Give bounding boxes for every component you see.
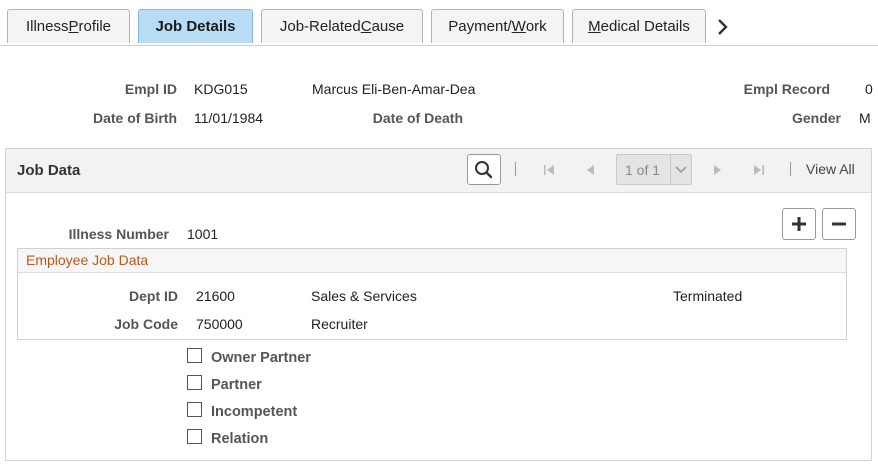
partner-label: Partner — [211, 377, 262, 393]
delete-row-button[interactable] — [822, 208, 856, 240]
pager-select[interactable]: 1 of 1 — [616, 154, 692, 185]
tab-label: ause — [371, 18, 405, 35]
tab-label: Job-Related — [279, 18, 361, 35]
partner-checkbox[interactable] — [187, 375, 202, 390]
illness-number-label: Illness Number — [68, 226, 169, 242]
owner-partner-checkbox[interactable] — [187, 348, 202, 363]
employee-name: Marcus Eli-Ben-Amar-Dea — [312, 81, 476, 97]
tab-bar: Illness Profile Job Details Job-Related … — [0, 0, 878, 46]
job-code-label: Job Code — [114, 316, 178, 332]
tab-label: Job Details — [155, 18, 236, 35]
plus-icon — [792, 217, 806, 231]
tab-medical-details[interactable]: Medical Details — [572, 9, 706, 43]
employee-job-data-header: Employee Job Data — [18, 249, 846, 273]
search-button[interactable] — [467, 154, 501, 185]
tab-label: rofile — [78, 18, 112, 35]
tab-label: edical Details — [600, 18, 690, 35]
dept-id-value: 21600 — [196, 288, 235, 304]
incompetent-checkbox[interactable] — [187, 402, 202, 417]
tab-job-details[interactable]: Job Details — [138, 9, 253, 43]
gender-value: M — [859, 110, 871, 126]
dob-value: 11/01/1984 — [194, 110, 264, 126]
first-page-icon[interactable] — [543, 162, 557, 178]
owner-partner-label: Owner Partner — [211, 350, 311, 366]
job-data-title: Job Data — [17, 162, 81, 179]
next-page-icon[interactable] — [710, 162, 724, 178]
search-icon — [475, 161, 493, 179]
separator — [515, 162, 516, 176]
empl-id-value: KDG015 — [194, 81, 248, 97]
tab-label-accesskey: W — [511, 18, 526, 35]
incompetent-label: Incompetent — [211, 404, 298, 420]
job-title: Recruiter — [311, 316, 368, 332]
tab-label-accesskey: C — [360, 18, 372, 35]
tab-illness-profile[interactable]: Illness Profile — [7, 9, 130, 43]
dod-label: Date of Death — [372, 110, 463, 126]
empl-record-value: 0 — [865, 81, 873, 97]
tab-label: Payment/ — [448, 18, 512, 35]
job-data-header: Job Data 1 of 1 View All — [6, 149, 871, 193]
separator — [790, 162, 791, 176]
employment-status: Terminated — [673, 288, 743, 304]
add-row-button[interactable] — [782, 208, 816, 240]
view-all-link[interactable]: View All — [806, 161, 855, 177]
tab-label-accesskey: M — [588, 18, 601, 35]
chevron-down-icon — [670, 155, 691, 184]
minus-icon — [832, 222, 846, 226]
relation-checkbox[interactable] — [187, 429, 202, 444]
dob-label: Date of Birth — [93, 110, 177, 126]
gender-label: Gender — [791, 110, 841, 126]
employee-job-data-title: Employee Job Data — [26, 252, 149, 268]
illness-number-value: 1001 — [187, 226, 219, 242]
empl-id-label: Empl ID — [124, 81, 177, 97]
tab-payment-work[interactable]: Payment/Work — [431, 9, 564, 43]
tab-label-accesskey: P — [68, 18, 79, 35]
chevron-right-icon[interactable] — [713, 16, 731, 38]
empl-record-label: Empl Record — [743, 81, 830, 97]
previous-page-icon[interactable] — [584, 162, 598, 178]
relation-label: Relation — [211, 431, 269, 447]
tab-label: ork — [525, 18, 547, 35]
last-page-icon[interactable] — [751, 162, 765, 178]
dept-name: Sales & Services — [311, 288, 417, 304]
tab-job-related-cause[interactable]: Job-Related Cause — [261, 9, 423, 43]
tab-label: Illness — [25, 18, 69, 35]
pager-text: 1 of 1 — [625, 162, 661, 178]
job-code-value: 750000 — [196, 316, 243, 332]
dept-id-label: Dept ID — [129, 288, 178, 304]
